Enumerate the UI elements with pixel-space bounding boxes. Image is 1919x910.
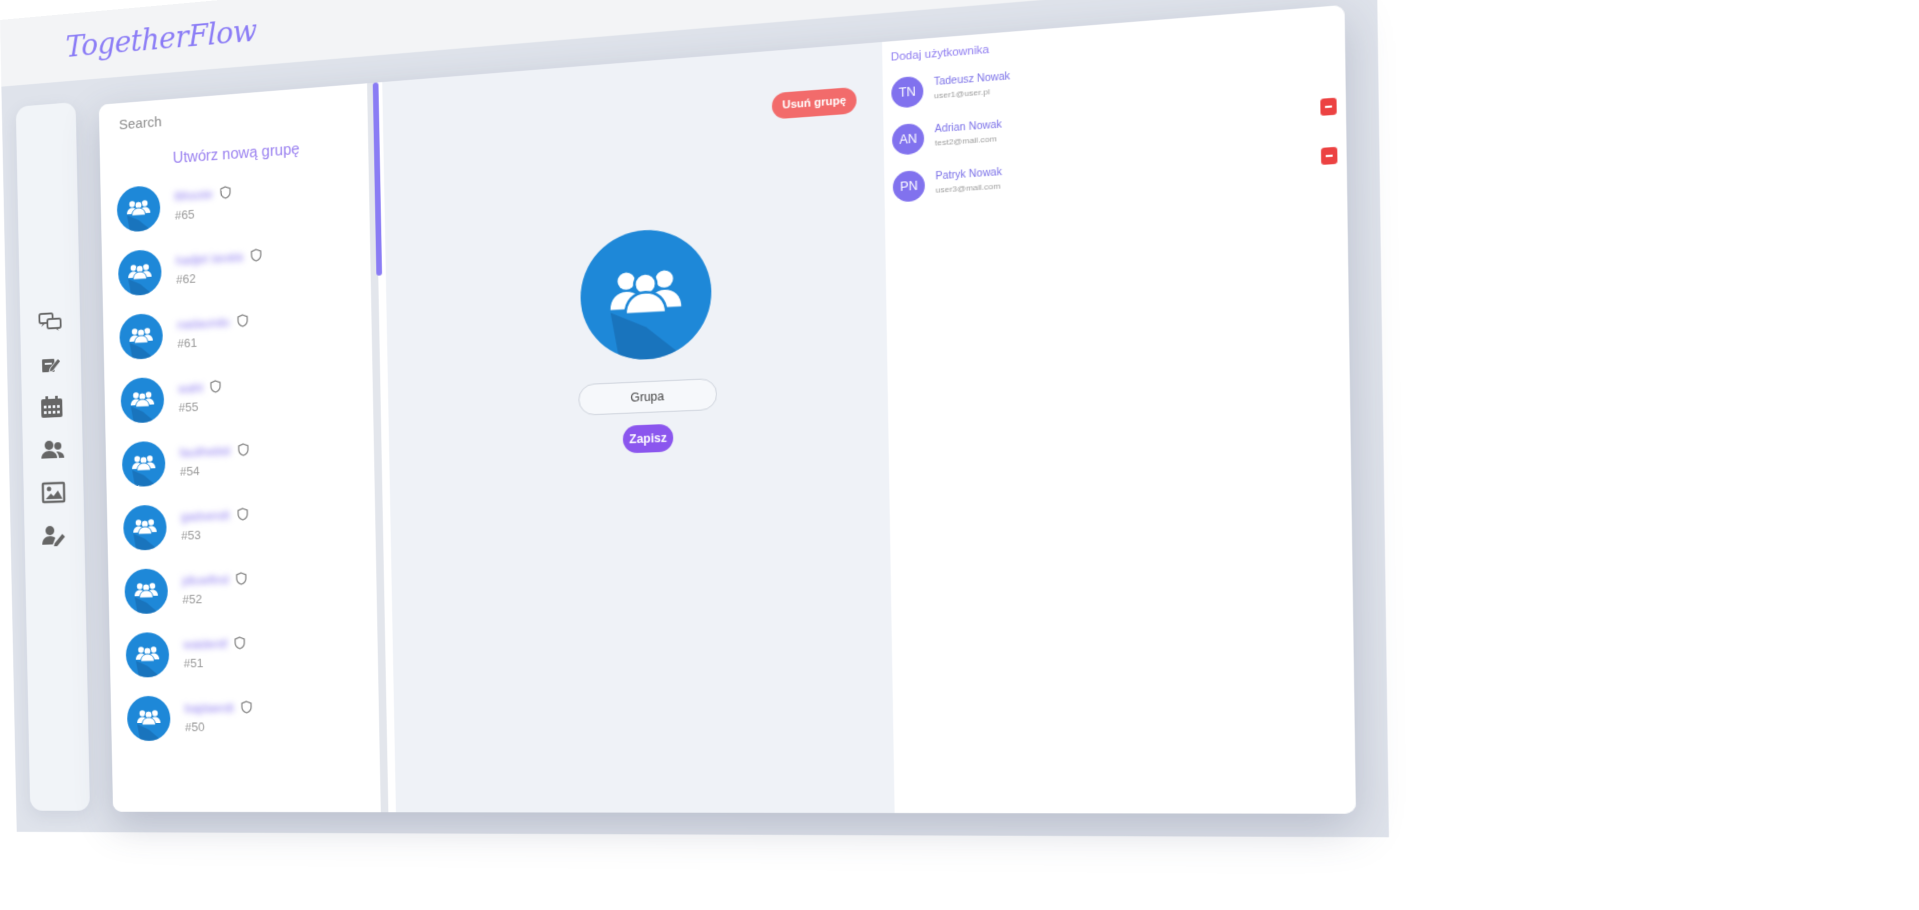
group-name: nadaundu	[177, 315, 230, 332]
group-id: #50	[185, 720, 205, 734]
shield-icon	[237, 507, 248, 521]
group-list-item[interactable]: gadsendt #53	[123, 498, 372, 570]
members-panel: Dodaj użytkownika TN Tadeusz Nowak user1@u…	[882, 5, 1356, 814]
remove-member-button[interactable]	[1321, 147, 1338, 165]
group-id: #61	[177, 335, 197, 350]
group-list-item[interactable]: bajdaerdt #50	[127, 693, 376, 759]
group-people-icon	[123, 504, 167, 550]
side-nav	[16, 102, 90, 811]
group-people-icon	[117, 185, 161, 233]
group-avatar	[118, 249, 162, 297]
group-id: #51	[184, 656, 204, 670]
group-people-icon	[126, 632, 170, 678]
member-name: Patryk Nowak	[935, 167, 1002, 183]
group-id: #55	[178, 400, 198, 415]
delete-group-button[interactable]: Usuń grupę	[772, 87, 857, 120]
group-editor-panel: Usuń grupę Zapisz	[382, 42, 894, 813]
edit-notes-icon	[39, 353, 62, 376]
group-list-item[interactable]: nadaundu #61	[119, 301, 368, 378]
group-id: #53	[181, 528, 201, 543]
member-avatar: TN	[891, 76, 923, 109]
shield-icon	[234, 636, 245, 649]
group-avatar	[122, 441, 166, 488]
group-people-icon	[127, 696, 171, 741]
group-name: waht	[178, 380, 203, 395]
group-people-icon	[122, 441, 166, 488]
shield-icon	[220, 186, 231, 200]
group-avatar	[126, 632, 170, 678]
group-name: waidentf	[183, 637, 227, 652]
group-name-input[interactable]	[578, 378, 717, 416]
shield-icon	[210, 380, 221, 394]
group-avatar-large[interactable]	[579, 226, 712, 362]
group-name: gadsendt	[181, 508, 230, 524]
nav-gallery[interactable]	[40, 479, 67, 506]
member-email: test2@mail.com	[935, 134, 997, 148]
user-edit-icon	[42, 524, 67, 547]
group-avatar	[123, 504, 167, 550]
group-list-item[interactable]: waht #55	[120, 367, 369, 443]
member-list: TN Tadeusz Nowak user1@user.pl AN Adrian Now…	[882, 5, 1345, 42]
shield-icon	[237, 314, 248, 328]
group-list: filhoote #65 hadjet lavata #62 nadaundu #61 wa…	[117, 170, 376, 759]
save-button[interactable]: Zapisz	[623, 424, 674, 454]
member-avatar: AN	[892, 123, 924, 156]
group-people-icon	[124, 568, 168, 614]
create-group-link[interactable]: Utwórz nową grupę	[100, 136, 376, 173]
nav-chat[interactable]	[37, 308, 64, 335]
nav-calendar[interactable]	[38, 394, 65, 421]
groups-panel: Utwórz nową grupę filhoote #65 hadjet lava…	[99, 83, 389, 813]
app-window: TogetherFlow TN	[0, 0, 1389, 837]
main-card: Utwórz nową grupę filhoote #65 hadjet lava…	[99, 5, 1356, 814]
nav-notes[interactable]	[37, 351, 64, 378]
group-avatar	[117, 185, 161, 233]
group-name: faullhebld	[179, 444, 230, 460]
group-id: #52	[182, 592, 202, 607]
group-avatar	[124, 568, 168, 614]
shield-icon	[238, 443, 249, 457]
member-email: user1@user.pl	[934, 87, 990, 100]
nav-user-edit[interactable]	[41, 522, 68, 549]
chat-bubbles-icon	[38, 310, 63, 334]
member-name: Adrian Nowak	[935, 119, 1002, 135]
group-name: hadjet lavata	[176, 249, 244, 267]
app-logo[interactable]: TogetherFlow	[65, 14, 257, 65]
users-icon	[41, 439, 64, 460]
add-user-link[interactable]: Dodaj użytkownika	[891, 44, 990, 64]
calendar-icon	[39, 395, 64, 420]
search-input[interactable]	[119, 94, 349, 137]
group-people-icon	[119, 313, 163, 360]
group-people-icon	[118, 249, 162, 297]
group-avatar	[120, 377, 164, 424]
member-email: user3@mail.com	[936, 181, 1001, 194]
group-list-item[interactable]: faullhebld #54	[122, 432, 371, 506]
member-name: Tadeusz Nowak	[934, 71, 1010, 88]
nav-groups[interactable]	[39, 436, 66, 463]
image-icon	[41, 481, 66, 504]
member-avatar: PN	[893, 170, 925, 203]
group-name: filhoote	[174, 187, 212, 204]
group-people-icon	[579, 226, 712, 362]
group-id: #54	[180, 464, 200, 479]
group-list-item[interactable]: waidentf #51	[126, 628, 375, 696]
group-name: jdluwftnd	[182, 572, 229, 587]
shield-icon	[250, 248, 261, 262]
group-list-item[interactable]: jdluwftnd #52	[124, 563, 373, 633]
group-name: bajdaerdt	[184, 701, 234, 716]
group-avatar	[119, 313, 163, 360]
remove-member-button[interactable]	[1320, 98, 1337, 116]
group-avatar	[127, 696, 171, 741]
shield-icon	[236, 572, 247, 586]
shield-icon	[241, 700, 252, 713]
group-id: #65	[175, 207, 195, 222]
group-people-icon	[120, 377, 164, 424]
group-id: #62	[176, 271, 196, 286]
scrollbar-thumb[interactable]	[373, 82, 382, 275]
